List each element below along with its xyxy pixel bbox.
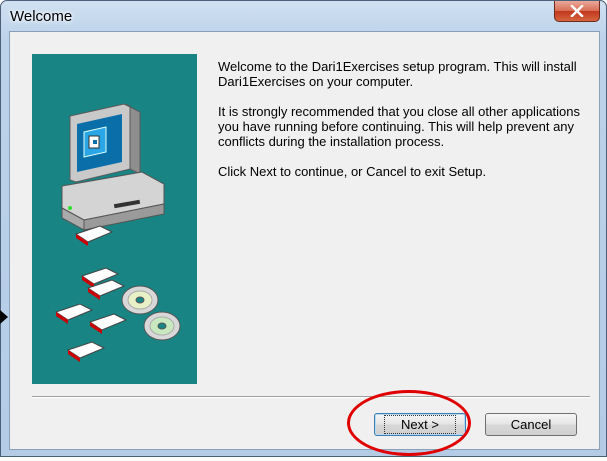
pointer-arrow-icon — [0, 310, 8, 324]
instruction-paragraph: Click Next to continue, or Cancel to exi… — [218, 164, 487, 179]
intro-paragraph: Welcome to the Dari1Exercises setup prog… — [218, 59, 577, 89]
computer-with-disks-illustration — [54, 103, 181, 362]
button-separator — [32, 396, 590, 398]
close-button[interactable] — [554, 1, 600, 22]
cancel-button[interactable]: Cancel — [485, 413, 577, 436]
setup-window: Welcome Welcome to the Dari1Exercises se… — [0, 0, 607, 457]
next-highlight-annotation — [347, 390, 471, 456]
side-illustration-panel — [32, 54, 197, 384]
close-icon — [570, 5, 584, 17]
warning-paragraph: It is strongly recommended that you clos… — [218, 104, 581, 149]
floppy-disk-icons — [54, 225, 128, 362]
cancel-button-label: Cancel — [510, 417, 552, 432]
title-bar[interactable]: Welcome — [1, 1, 606, 31]
dialog-body: Welcome to the Dari1Exercises setup prog… — [9, 31, 600, 450]
welcome-text-block: Welcome to the Dari1Exercises setup prog… — [218, 59, 588, 194]
window-title: Welcome — [10, 8, 73, 25]
cd-disc-icons — [121, 285, 181, 341]
monitor-icon — [69, 103, 141, 183]
